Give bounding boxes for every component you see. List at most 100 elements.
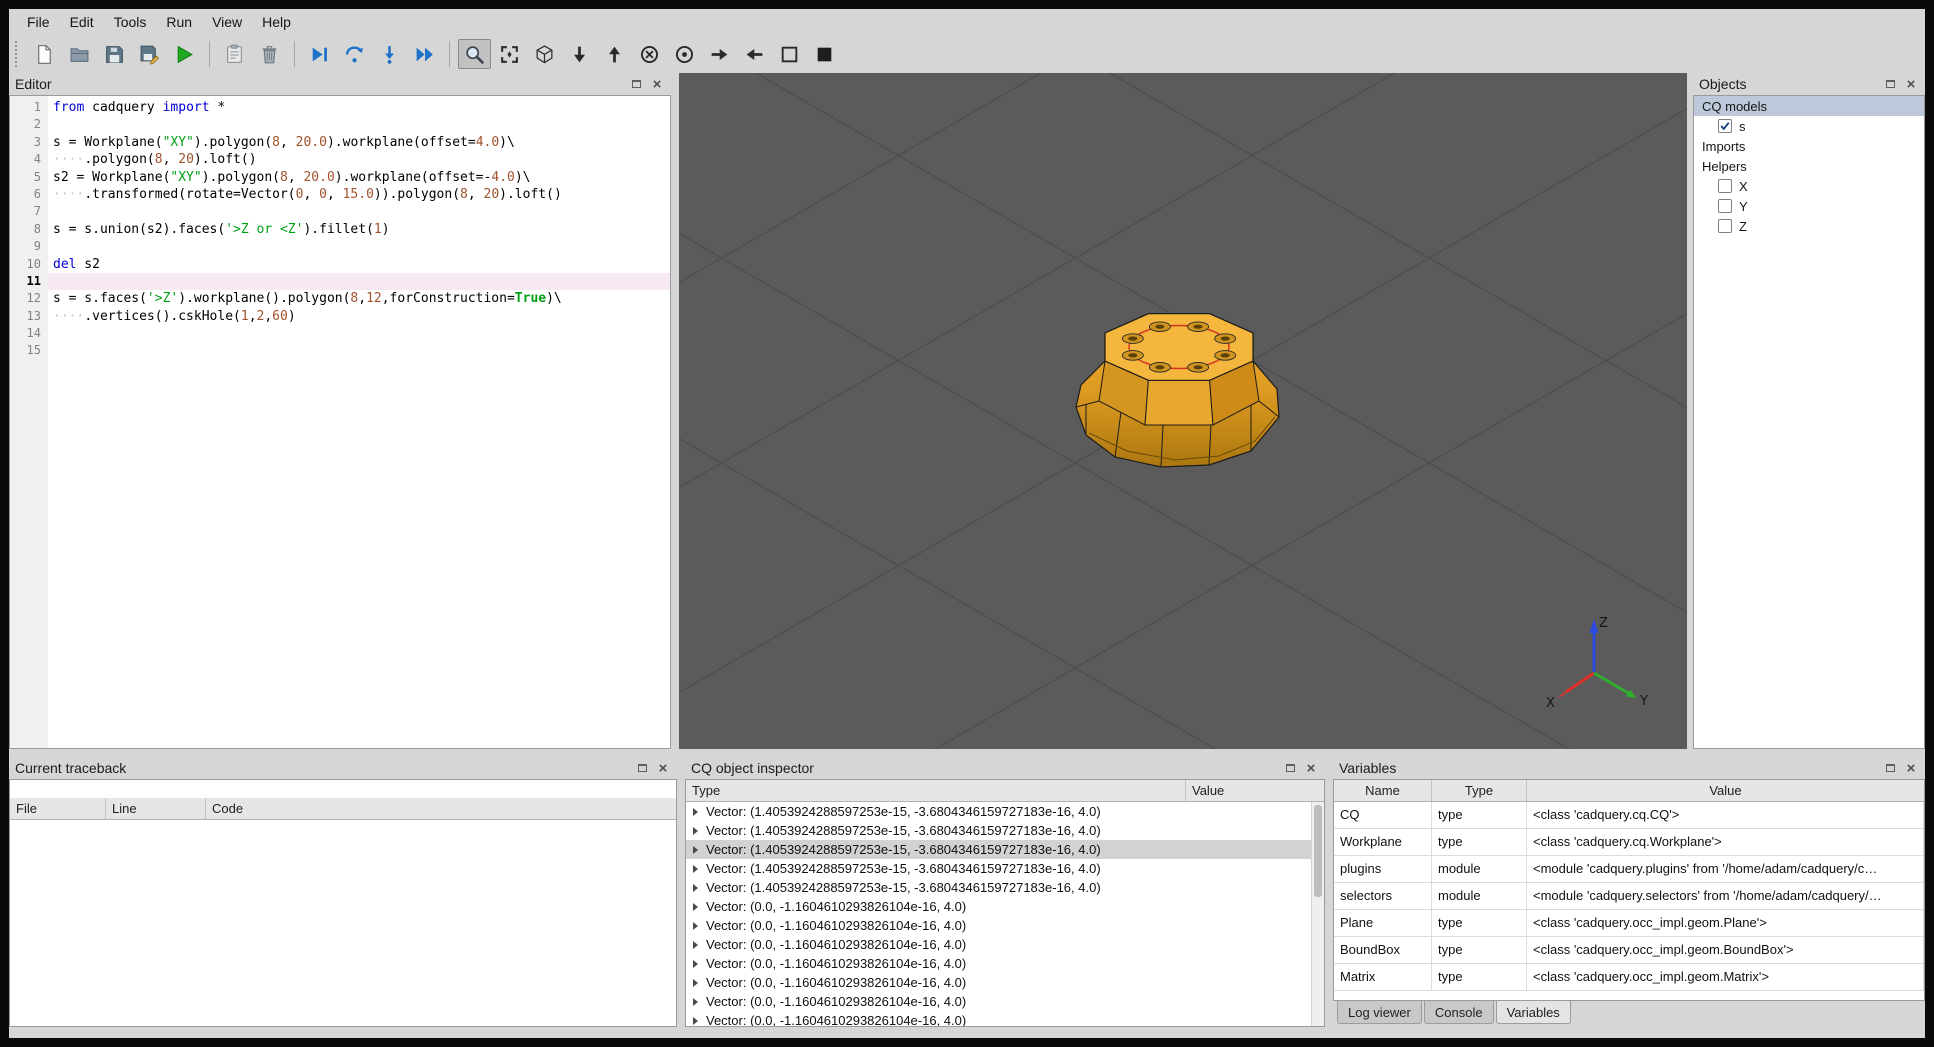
- step-in-button[interactable]: [373, 39, 406, 69]
- code-line[interactable]: ····.transformed(rotate=Vector(0, 0, 15.…: [48, 186, 670, 203]
- fit-all-button[interactable]: [493, 39, 526, 69]
- column-header-value[interactable]: Value: [1527, 780, 1924, 801]
- column-header-type[interactable]: Type: [686, 780, 1186, 801]
- column-header-code[interactable]: Code: [206, 798, 676, 819]
- column-header-type[interactable]: Type: [1432, 780, 1527, 801]
- float-panel-icon[interactable]: [1882, 77, 1898, 92]
- tree-item-y[interactable]: Y: [1694, 196, 1924, 216]
- right-view-button[interactable]: [738, 39, 771, 69]
- shaded-button[interactable]: [808, 39, 841, 69]
- toolbar-handle[interactable]: [15, 41, 23, 67]
- close-panel-icon[interactable]: [649, 77, 665, 92]
- menu-tools[interactable]: Tools: [104, 10, 157, 34]
- inspector-row[interactable]: Vector: (1.4053924288597253e-15, -3.6804…: [686, 878, 1311, 897]
- editor-body[interactable]: 1 2 3 4 5 6 7 8 9 10 11 12 13 14 15 from cadquery impo…: [9, 95, 671, 749]
- expand-arrow-icon[interactable]: [693, 959, 698, 968]
- viewport-3d[interactable]: Z X Y: [679, 73, 1687, 749]
- tree-item-s[interactable]: s: [1694, 116, 1924, 136]
- expand-arrow-icon[interactable]: [693, 1016, 698, 1025]
- inspector-row[interactable]: Vector: (1.4053924288597253e-15, -3.6804…: [686, 840, 1311, 859]
- delete-button[interactable]: [253, 39, 286, 69]
- tree-item-cq-models[interactable]: CQ models: [1694, 96, 1924, 116]
- inspector-row[interactable]: Vector: (1.4053924288597253e-15, -3.6804…: [686, 859, 1311, 878]
- close-panel-icon[interactable]: [1303, 761, 1319, 776]
- code-line[interactable]: [48, 325, 670, 342]
- code-line[interactable]: [48, 116, 670, 133]
- zoom-select-button[interactable]: [458, 39, 491, 69]
- inspector-row[interactable]: Vector: (0.0, -1.1604610293826104e-16, 4…: [686, 897, 1311, 916]
- float-panel-icon[interactable]: [628, 77, 644, 92]
- inspector-row[interactable]: Vector: (1.4053924288597253e-15, -3.6804…: [686, 802, 1311, 821]
- new-script-button[interactable]: [28, 39, 61, 69]
- expand-arrow-icon[interactable]: [693, 921, 698, 930]
- inspector-row[interactable]: Vector: (0.0, -1.1604610293826104e-16, 4…: [686, 954, 1311, 973]
- code-line[interactable]: s = s.faces('>Z').workplane().polygon(8,…: [48, 290, 670, 307]
- close-panel-icon[interactable]: [1903, 761, 1919, 776]
- top-view-button[interactable]: [563, 39, 596, 69]
- code-line[interactable]: ····.polygon(8, 20).loft(): [48, 151, 670, 168]
- splitter-horizontal[interactable]: [9, 749, 1925, 757]
- inspector-row[interactable]: Vector: (0.0, -1.1604610293826104e-16, 4…: [686, 992, 1311, 1011]
- checkbox-x[interactable]: [1718, 179, 1732, 193]
- variable-row[interactable]: selectors module <module 'cadquery.selecto…: [1334, 883, 1924, 910]
- code-line[interactable]: s = Workplane("XY").polygon(8, 20.0).wor…: [48, 134, 670, 151]
- column-header-name[interactable]: Name: [1334, 780, 1432, 801]
- scrollbar-thumb[interactable]: [1314, 805, 1322, 897]
- code-line[interactable]: [48, 238, 670, 255]
- bottom-view-button[interactable]: [598, 39, 631, 69]
- tree-item-z[interactable]: Z: [1694, 216, 1924, 236]
- cad-model[interactable]: [1075, 313, 1280, 468]
- inspector-scrollbar[interactable]: [1311, 802, 1324, 1026]
- expand-arrow-icon[interactable]: [693, 978, 698, 987]
- menu-view[interactable]: View: [202, 10, 252, 34]
- front-view-button[interactable]: [633, 39, 666, 69]
- open-script-button[interactable]: [63, 39, 96, 69]
- code-line[interactable]: [48, 203, 670, 220]
- column-header-line[interactable]: Line: [106, 798, 206, 819]
- left-view-button[interactable]: [703, 39, 736, 69]
- render-button[interactable]: [168, 39, 201, 69]
- float-panel-icon[interactable]: [1882, 761, 1898, 776]
- expand-arrow-icon[interactable]: [693, 940, 698, 949]
- variable-row[interactable]: Matrix type <class 'cadquery.occ_impl.geom…: [1334, 964, 1924, 991]
- tree-item-imports[interactable]: Imports: [1694, 136, 1924, 156]
- variable-row[interactable]: Plane type <class 'cadquery.occ_impl.geom.…: [1334, 910, 1924, 937]
- variable-row[interactable]: Workplane type <class 'cadquery.cq.Workpla…: [1334, 829, 1924, 856]
- iso-view-button[interactable]: [528, 39, 561, 69]
- close-panel-icon[interactable]: [1903, 77, 1919, 92]
- code-line[interactable]: from cadquery import *: [48, 99, 670, 116]
- save-as-button[interactable]: [133, 39, 166, 69]
- save-button[interactable]: [98, 39, 131, 69]
- close-panel-icon[interactable]: [655, 761, 671, 776]
- code-line[interactable]: del s2: [48, 256, 670, 273]
- expand-arrow-icon[interactable]: [693, 807, 698, 816]
- menu-edit[interactable]: Edit: [60, 10, 104, 34]
- column-header-file[interactable]: File: [10, 798, 106, 819]
- code-area[interactable]: from cadquery import * s = Workplane("XY"…: [48, 96, 670, 748]
- expand-arrow-icon[interactable]: [693, 864, 698, 873]
- code-line[interactable]: s = s.union(s2).faces('>Z or <Z').fillet…: [48, 221, 670, 238]
- expand-arrow-icon[interactable]: [693, 997, 698, 1006]
- menu-file[interactable]: File: [17, 10, 60, 34]
- step-button[interactable]: [338, 39, 371, 69]
- expand-arrow-icon[interactable]: [693, 883, 698, 892]
- expand-arrow-icon[interactable]: [693, 826, 698, 835]
- debug-button[interactable]: [303, 39, 336, 69]
- inspector-row[interactable]: Vector: (0.0, -1.1604610293826104e-16, 4…: [686, 935, 1311, 954]
- tab-log-viewer[interactable]: Log viewer: [1337, 1001, 1422, 1024]
- checkbox-s[interactable]: [1718, 119, 1732, 133]
- inspector-row[interactable]: Vector: (0.0, -1.1604610293826104e-16, 4…: [686, 973, 1311, 992]
- variable-row[interactable]: BoundBox type <class 'cadquery.occ_impl.ge…: [1334, 937, 1924, 964]
- menu-help[interactable]: Help: [252, 10, 301, 34]
- expand-arrow-icon[interactable]: [693, 902, 698, 911]
- code-line[interactable]: ····.vertices().cskHole(1,2,60): [48, 308, 670, 325]
- inspector-row[interactable]: Vector: (1.4053924288597253e-15, -3.6804…: [686, 821, 1311, 840]
- wireframe-button[interactable]: [773, 39, 806, 69]
- tab-variables[interactable]: Variables: [1495, 1001, 1571, 1024]
- copy-button[interactable]: [218, 39, 251, 69]
- checkbox-y[interactable]: [1718, 199, 1732, 213]
- inspector-row[interactable]: Vector: (0.0, -1.1604610293826104e-16, 4…: [686, 916, 1311, 935]
- code-line[interactable]: s2 = Workplane("XY").polygon(8, 20.0).wo…: [48, 169, 670, 186]
- variable-row[interactable]: plugins module <module 'cadquery.plugins' …: [1334, 856, 1924, 883]
- inspector-row[interactable]: Vector: (0.0, -1.1604610293826104e-16, 4…: [686, 1011, 1311, 1026]
